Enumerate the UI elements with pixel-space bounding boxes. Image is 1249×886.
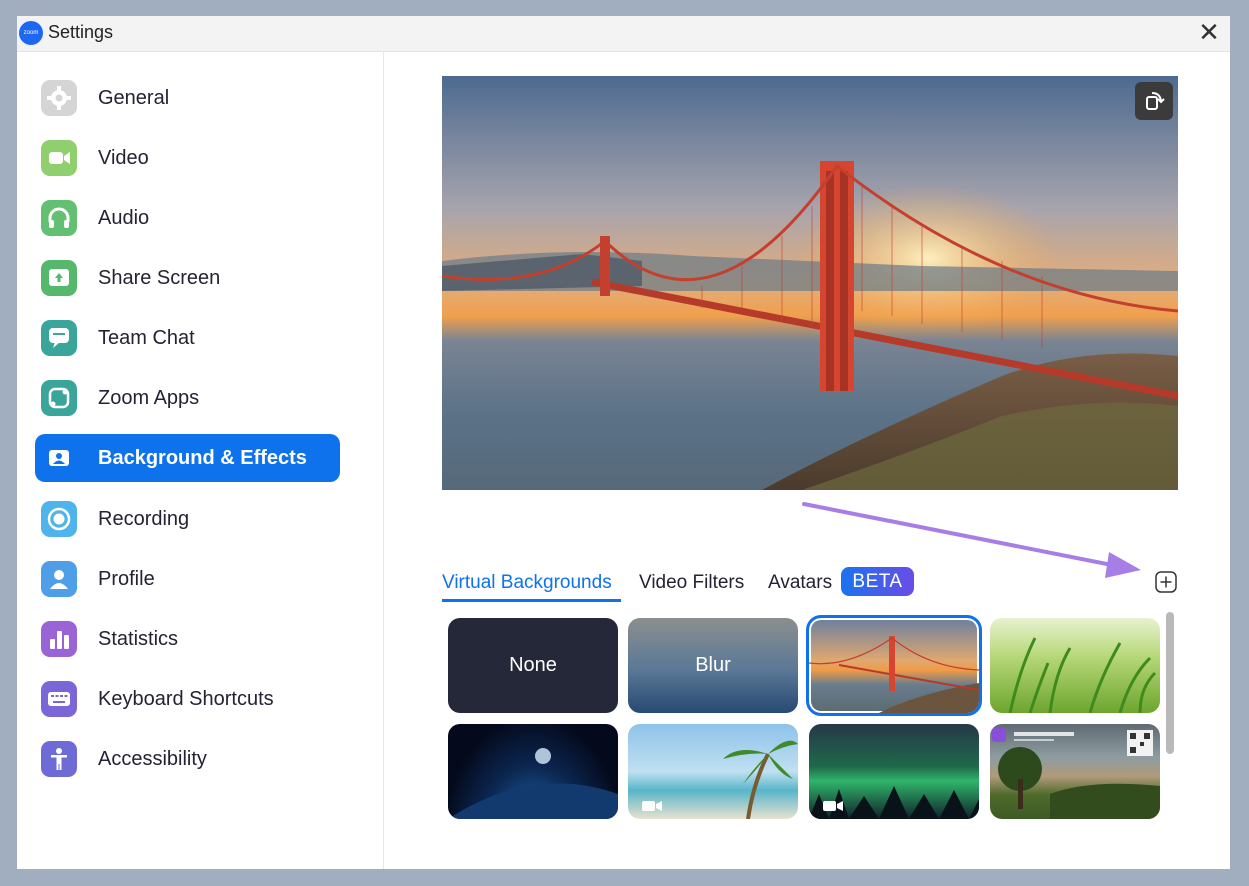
video-camera-icon <box>823 801 843 811</box>
sidebar-item-accessibility[interactable]: Accessibility <box>35 735 340 783</box>
share-screen-icon <box>41 260 77 296</box>
golden-gate-thumbnail <box>809 636 979 713</box>
earth-thumbnail <box>448 748 618 819</box>
green-grass-thumbnail <box>1008 637 1157 713</box>
background-preview <box>442 76 1178 490</box>
sidebar-item-zoom-apps[interactable]: Zoom Apps <box>35 374 340 422</box>
accessibility-icon <box>41 741 77 777</box>
background-palm-beach[interactable] <box>628 724 798 819</box>
close-button[interactable]: ✕ <box>1196 19 1222 46</box>
sidebar-item-background-effects[interactable]: Background & Effects <box>35 434 340 482</box>
sidebar-item-statistics[interactable]: Statistics <box>35 615 340 663</box>
settings-window: zoom Settings ✕ General Video Audio Shar… <box>17 16 1230 869</box>
beta-badge: BETA <box>841 567 914 596</box>
sidebar-item-audio[interactable]: Audio <box>35 194 340 242</box>
statistics-icon <box>41 621 77 657</box>
video-camera-icon <box>642 801 662 811</box>
gear-icon <box>41 80 77 116</box>
sidebar-item-general[interactable]: General <box>35 74 340 122</box>
scrollbar-thumb[interactable] <box>1166 612 1174 754</box>
background-earth-space[interactable] <box>448 724 618 819</box>
rotate-preview-button[interactable] <box>1135 82 1173 120</box>
background-none[interactable]: None <box>448 618 618 713</box>
tab-avatars[interactable]: Avatars <box>768 572 832 594</box>
sidebar-item-share-screen[interactable]: Share Screen <box>35 254 340 302</box>
background-green-grass[interactable] <box>990 618 1160 713</box>
sidebar-item-label: Share Screen <box>98 267 221 289</box>
background-golden-gate[interactable] <box>806 615 982 716</box>
background-aurora[interactable] <box>809 724 979 819</box>
plus-icon <box>1155 571 1177 593</box>
title-bar: zoom Settings ✕ <box>17 16 1230 52</box>
sidebar-item-profile[interactable]: Profile <box>35 555 340 603</box>
background-icon <box>41 440 77 476</box>
add-background-button[interactable] <box>1155 571 1177 593</box>
active-tab-indicator <box>442 599 621 602</box>
sidebar-item-keyboard-shortcuts[interactable]: Keyboard Shortcuts <box>35 675 340 723</box>
chat-icon <box>41 320 77 356</box>
thumb-label: Blur <box>695 654 731 676</box>
sidebar-item-label: Audio <box>98 207 150 229</box>
sidebar-item-video[interactable]: Video <box>35 134 340 182</box>
background-blur[interactable]: Blur <box>628 618 798 713</box>
tab-video-filters[interactable]: Video Filters <box>639 572 744 594</box>
apps-icon <box>41 380 77 416</box>
record-icon <box>41 501 77 537</box>
sidebar-item-label: Team Chat <box>98 327 195 349</box>
sidebar-item-label: Recording <box>98 508 190 530</box>
zoom-logo-icon: zoom <box>19 21 43 45</box>
sidebar-item-label: Video <box>98 147 149 169</box>
sidebar-item-label: Statistics <box>98 628 179 650</box>
thumb-label: None <box>509 654 557 676</box>
park-poster-thumbnail <box>992 728 1160 819</box>
sidebar-item-label: Keyboard Shortcuts <box>98 688 274 710</box>
golden-gate-bridge-image <box>442 76 1178 490</box>
sidebar-item-team-chat[interactable]: Team Chat <box>35 314 340 362</box>
sidebar-item-label: Accessibility <box>98 748 207 770</box>
sidebar-item-recording[interactable]: Recording <box>35 495 340 543</box>
keyboard-icon <box>41 681 77 717</box>
background-grid: None Blur <box>442 613 1167 823</box>
sidebar-item-label: Zoom Apps <box>98 387 200 409</box>
settings-sidebar: General Video Audio Share Screen Team Ch… <box>17 52 384 869</box>
headphones-icon <box>41 200 77 236</box>
sidebar-item-label: Background & Effects <box>98 447 307 469</box>
background-park-poster[interactable] <box>990 724 1160 819</box>
sidebar-item-label: Profile <box>98 568 155 590</box>
window-title: Settings <box>48 22 114 42</box>
sidebar-item-label: General <box>98 87 170 109</box>
rotate-icon <box>1146 92 1165 110</box>
tab-virtual-backgrounds[interactable]: Virtual Backgrounds <box>442 572 612 594</box>
profile-icon <box>41 561 77 597</box>
video-camera-icon <box>41 140 77 176</box>
